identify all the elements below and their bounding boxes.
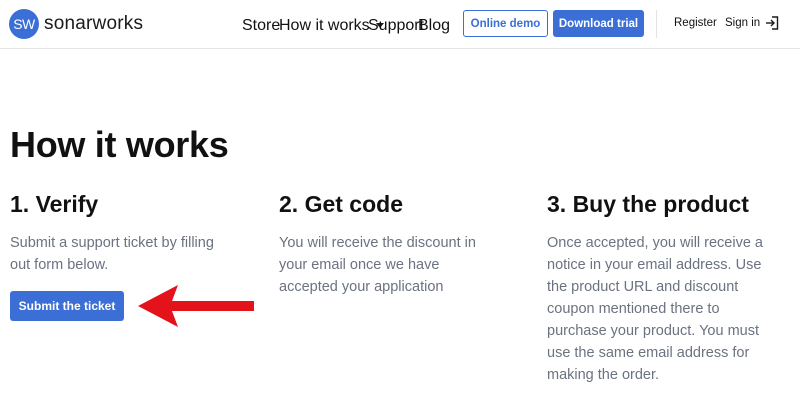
sign-in-link[interactable]: Sign in [725,17,760,29]
step-3-line: coupon mentioned there to [547,301,720,317]
step-3-description: Once accepted, you will receive a notice… [547,232,763,386]
top-navigation-bar: SW sonarworks Store How it works Support… [0,0,800,49]
page-title: How it works [10,124,229,165]
step-2-line: your email once we have [279,257,440,273]
online-demo-button[interactable]: Online demo [463,10,548,37]
red-arrow-icon [138,285,254,327]
step-3-line: Once accepted, you will receive a [547,235,763,251]
step-2-description: You will receive the discount in your em… [279,232,476,298]
register-link[interactable]: Register [674,17,717,29]
step-2-line: accepted your application [279,279,444,295]
step-1-line: Submit a support ticket by filling [10,235,214,251]
nav-store-link[interactable]: Store [242,17,280,35]
step-3-line: purchase your product. You must [547,323,759,339]
sonarworks-logo[interactable]: SW sonarworks [9,9,143,39]
nav-blog-link[interactable]: Blog [418,17,450,35]
download-trial-button[interactable]: Download trial [553,10,644,37]
step-2-title: 2. Get code [279,191,403,217]
step-1-line: out form below. [10,257,109,273]
submit-ticket-button[interactable]: Submit the ticket [10,291,124,321]
step-3-line: the product URL and discount [547,279,739,295]
step-2-line: You will receive the discount in [279,235,476,251]
step-3-title: 3. Buy the product [547,191,749,217]
step-1-description: Submit a support ticket by filling out f… [10,232,214,276]
step-1-title: 1. Verify [10,191,99,217]
step-3-line: use the same email address for [547,345,750,361]
header-divider [656,10,657,38]
nav-support-link[interactable]: Support [368,17,424,35]
logo-text: sonarworks [44,13,144,34]
step-3-line: notice in your email address. Use [547,257,762,273]
nav-how-it-works-label: How it works [279,17,370,34]
logo-mark-icon: SW [9,9,39,39]
step-3-line: making the order. [547,367,660,383]
sign-in-icon[interactable] [765,16,779,30]
